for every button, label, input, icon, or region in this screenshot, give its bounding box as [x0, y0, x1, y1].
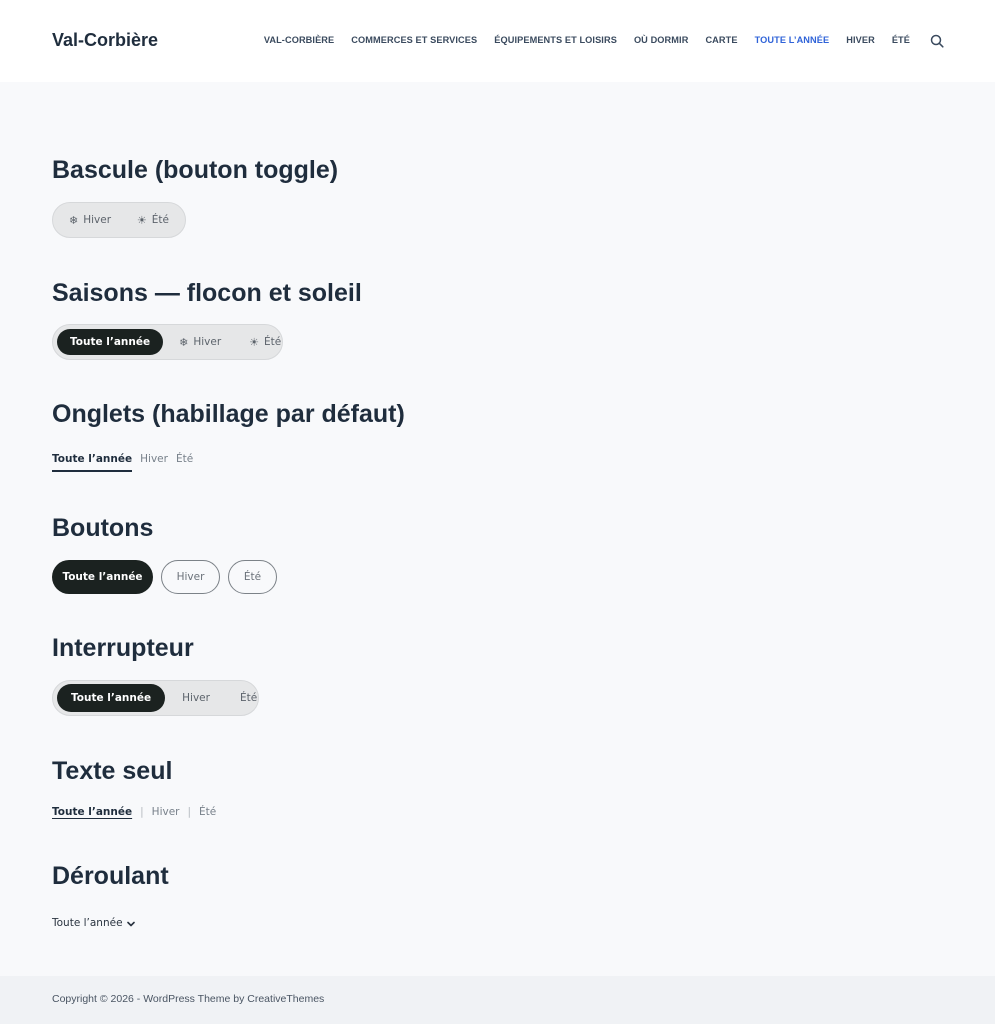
text-option-ete[interactable]: Été: [199, 806, 216, 818]
nav-item-toute-lannee[interactable]: TOUTE L’ANNÉE: [755, 35, 830, 45]
section-title-dropdown: Déroulant: [52, 862, 169, 890]
chevron-down-icon: [126, 914, 135, 932]
dropdown-value: Toute l’année: [52, 917, 123, 929]
search-icon[interactable]: [930, 34, 946, 50]
season-text-links: Toute l’année | Hiver | Été: [52, 806, 216, 818]
section-title-tabs: Onglets (habillage par défaut): [52, 400, 405, 428]
site-header: Val-Corbière VAL-CORBIÈRE COMMERCES ET S…: [0, 0, 995, 82]
text-option-hiver[interactable]: Hiver: [152, 806, 180, 818]
season-option-toute-lannee[interactable]: Toute l’année: [57, 329, 164, 355]
toggle-option-label: Hiver: [83, 214, 112, 226]
nav-item-hiver[interactable]: HIVER: [846, 35, 875, 45]
season-toggle: ❄ Hiver ☀ Été: [52, 202, 186, 238]
sun-icon: ☀: [136, 213, 147, 227]
season-buttons: Toute l’année Hiver Été: [52, 560, 277, 594]
nav-item-ou-dormir[interactable]: OÙ DORMIR: [634, 35, 689, 45]
season-option-ete[interactable]: ☀ Été: [249, 336, 281, 349]
season-tabs: Toute l’année Hiver Été: [52, 453, 193, 472]
button-toute-lannee[interactable]: Toute l’année: [52, 560, 153, 594]
season-switch: Toute l’année Hiver Été: [52, 680, 259, 716]
snowflake-icon: ❄: [69, 213, 79, 227]
tab-ete[interactable]: Été: [176, 453, 193, 472]
season-dropdown[interactable]: Toute l’année: [52, 914, 135, 932]
season-switch-icons: Toute l’année ❄ Hiver ☀ Été: [52, 324, 283, 360]
tab-toute-lannee[interactable]: Toute l’année: [52, 453, 133, 472]
nav-item-equipements[interactable]: ÉQUIPEMENTS ET LOISIRS: [494, 35, 617, 45]
separator: |: [140, 806, 144, 818]
nav-item-commerces[interactable]: COMMERCES ET SERVICES: [351, 35, 477, 45]
nav-item-ete[interactable]: ÉTÉ: [892, 35, 910, 45]
section-title-switch: Interrupteur: [52, 634, 194, 662]
nav-item-carte[interactable]: CARTE: [705, 35, 737, 45]
season-option-hiver[interactable]: ❄ Hiver: [179, 336, 221, 349]
button-ete[interactable]: Été: [228, 560, 277, 594]
toggle-option-ete[interactable]: ☀ Été: [137, 214, 169, 227]
separator: |: [187, 806, 192, 818]
toggle-option-hiver[interactable]: ❄ Hiver: [69, 214, 111, 227]
section-title-seasons: Saisons — flocon et soleil: [52, 279, 362, 307]
switch-option-toute-lannee[interactable]: Toute l’année: [57, 684, 166, 712]
main-nav: VAL-CORBIÈRE COMMERCES ET SERVICES ÉQUIP…: [264, 35, 910, 45]
tab-hiver[interactable]: Hiver: [140, 453, 168, 472]
snowflake-icon: ❄: [179, 335, 189, 349]
button-hiver[interactable]: Hiver: [161, 560, 220, 594]
section-title-text-only: Texte seul: [52, 757, 173, 785]
switch-option-hiver[interactable]: Hiver: [182, 692, 210, 704]
switch-option-ete[interactable]: Été: [240, 692, 257, 704]
section-title-buttons: Boutons: [52, 514, 154, 542]
section-title-toggle: Bascule (bouton toggle): [52, 156, 339, 184]
season-option-label: Été: [264, 336, 282, 348]
nav-item-val-corbiere[interactable]: VAL-CORBIÈRE: [264, 35, 334, 45]
toggle-option-label: Été: [151, 214, 169, 226]
sun-icon: ☀: [249, 335, 260, 349]
text-option-toute-lannee[interactable]: Toute l’année: [52, 806, 132, 818]
season-option-label: Hiver: [193, 336, 222, 348]
site-title[interactable]: Val-Corbière: [52, 30, 158, 51]
footer-copyright: Copyright © 2026 - WordPress Theme by Cr…: [52, 993, 325, 1005]
site-footer: Copyright © 2026 - WordPress Theme by Cr…: [0, 976, 995, 1024]
